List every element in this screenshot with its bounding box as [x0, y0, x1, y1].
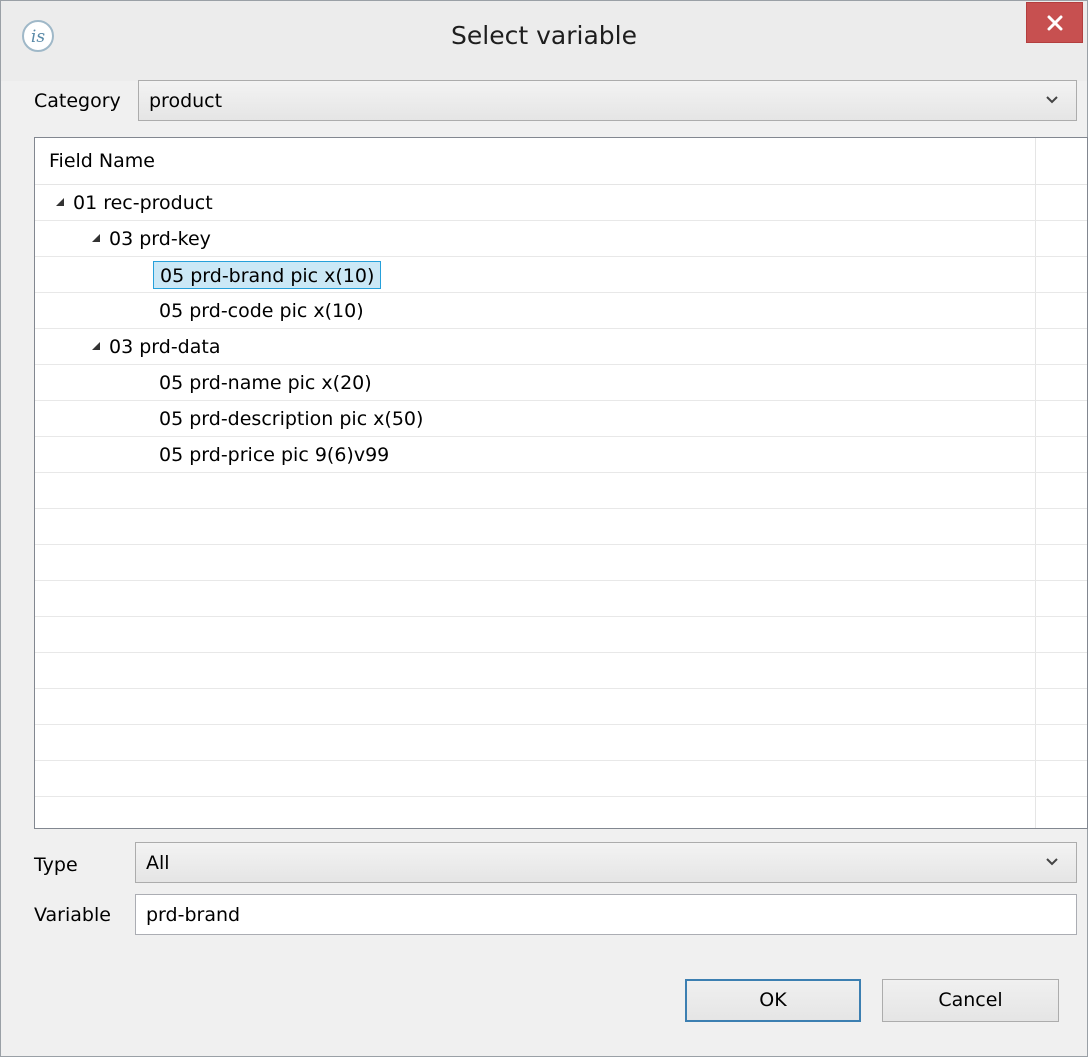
chevron-down-icon: [1046, 858, 1058, 866]
type-label: Type: [34, 854, 78, 876]
tree-row[interactable]: 03 prd-data: [35, 329, 1087, 365]
window-title: Select variable: [451, 21, 637, 50]
tree-row[interactable]: 05 prd-name pic x(20): [35, 365, 1087, 401]
ok-button[interactable]: OK: [685, 979, 861, 1022]
close-icon: [1047, 15, 1063, 31]
tree-row-label: 05 prd-brand pic x(10): [153, 261, 382, 289]
empty-row: [35, 725, 1087, 761]
tree-row[interactable]: 03 prd-key: [35, 221, 1087, 257]
variable-input[interactable]: prd-brand: [135, 894, 1077, 935]
tree-row[interactable]: 05 prd-price pic 9(6)v99: [35, 437, 1087, 473]
empty-row: [35, 473, 1087, 509]
tree-row-label: 05 prd-description pic x(50): [159, 408, 424, 430]
tree-row-label: 05 prd-price pic 9(6)v99: [159, 444, 390, 466]
tree-row-label: 01 rec-product: [73, 192, 213, 214]
chevron-down-icon: [1046, 96, 1058, 104]
type-value: All: [146, 852, 170, 874]
tree-row-label: 03 prd-data: [109, 336, 221, 358]
category-select[interactable]: product: [138, 80, 1077, 121]
tree-row[interactable]: 01 rec-product: [35, 185, 1087, 221]
tree-row-label: 05 prd-code pic x(10): [159, 300, 364, 322]
empty-row: [35, 653, 1087, 689]
field-tree[interactable]: Field Name 01 rec-product 03 prd-key 05 pr…: [34, 137, 1088, 829]
empty-row: [35, 617, 1087, 653]
empty-row: [35, 509, 1087, 545]
tree-row[interactable]: 05 prd-brand pic x(10): [35, 257, 1087, 293]
tree-row[interactable]: 05 prd-code pic x(10): [35, 293, 1087, 329]
category-value: product: [149, 90, 223, 112]
tree-header[interactable]: Field Name: [35, 138, 1087, 185]
expand-triangle-icon[interactable]: [55, 197, 65, 207]
type-select[interactable]: All: [135, 842, 1077, 883]
category-label: Category: [34, 90, 121, 112]
empty-row: [35, 689, 1087, 725]
title-bar[interactable]: is Select variable: [1, 1, 1087, 81]
field-name-column-header: Field Name: [49, 150, 155, 172]
variable-value: prd-brand: [146, 904, 241, 926]
cancel-button[interactable]: Cancel: [882, 979, 1059, 1022]
select-variable-dialog: is Select variable Category product Fiel…: [0, 0, 1088, 1057]
close-button[interactable]: [1026, 2, 1083, 43]
tree-row[interactable]: 05 prd-description pic x(50): [35, 401, 1087, 437]
expand-triangle-icon[interactable]: [91, 233, 101, 243]
expand-triangle-icon[interactable]: [91, 341, 101, 351]
tree-rows: 01 rec-product 03 prd-key 05 prd-brand pic…: [35, 185, 1087, 828]
empty-row: [35, 761, 1087, 797]
tree-row-label: 05 prd-name pic x(20): [159, 372, 372, 394]
empty-row: [35, 545, 1087, 581]
variable-label: Variable: [34, 904, 111, 926]
tree-row-label: 03 prd-key: [109, 228, 211, 250]
empty-row: [35, 581, 1087, 617]
empty-row: [35, 797, 1087, 828]
